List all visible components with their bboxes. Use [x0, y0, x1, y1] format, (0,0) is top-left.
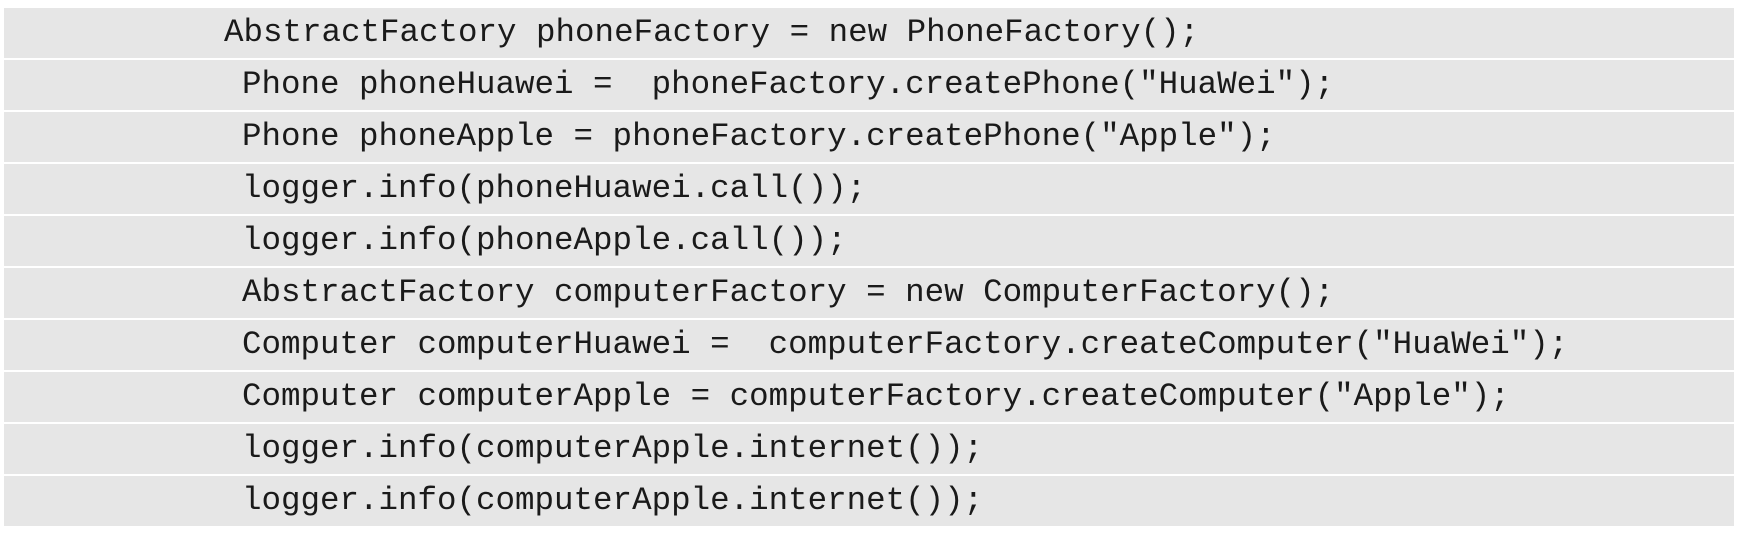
code-line-9: logger.info(computerApple.internet());	[4, 424, 1734, 474]
code-line-7: Computer computerHuawei = computerFactor…	[4, 320, 1734, 370]
code-block: AbstractFactory phoneFactory = new Phone…	[4, 4, 1734, 530]
code-line-2: Phone phoneHuawei = phoneFactory.createP…	[4, 60, 1734, 110]
code-line-10: logger.info(computerApple.internet());	[4, 476, 1734, 526]
code-line-1: AbstractFactory phoneFactory = new Phone…	[4, 8, 1734, 58]
code-line-6: AbstractFactory computerFactory = new Co…	[4, 268, 1734, 318]
code-line-8: Computer computerApple = computerFactory…	[4, 372, 1734, 422]
code-line-3: Phone phoneApple = phoneFactory.createPh…	[4, 112, 1734, 162]
code-line-4: logger.info(phoneHuawei.call());	[4, 164, 1734, 214]
code-line-5: logger.info(phoneApple.call());	[4, 216, 1734, 266]
